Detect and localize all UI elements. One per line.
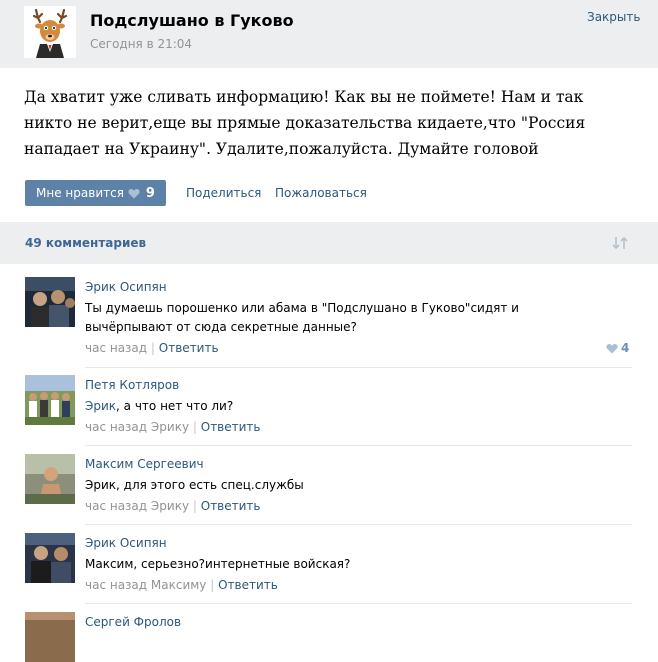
- comment-time[interactable]: час назад Эрику: [85, 499, 189, 513]
- group-avatar[interactable]: [24, 6, 76, 58]
- comment-author[interactable]: Эрик Осипян: [85, 536, 167, 550]
- comment-time[interactable]: час назад Максиму: [85, 578, 206, 592]
- meta-separator: |: [192, 420, 197, 434]
- post-header: Подслушано в Гуково Сегодня в 21:04 Закр…: [0, 0, 658, 68]
- comment-text: Эрик, а что нет что ли?: [85, 397, 585, 416]
- comment-like-button[interactable]: 4: [606, 341, 629, 355]
- comment-author[interactable]: Эрик Осипян: [85, 280, 167, 294]
- like-button[interactable]: Мне нравится 9: [25, 180, 166, 206]
- avatar[interactable]: [25, 454, 75, 504]
- post-text: Да хватит уже сливать информацию! Как вы…: [24, 88, 586, 158]
- reply-link[interactable]: Ответить: [201, 420, 261, 434]
- comment-divider: [85, 524, 632, 525]
- avatar-photo: [25, 277, 75, 327]
- avatar[interactable]: [25, 612, 75, 662]
- comment-author[interactable]: Сергей Фролов: [85, 615, 181, 629]
- comment-divider: [85, 603, 632, 604]
- comment-divider: [85, 445, 632, 446]
- post-date[interactable]: Сегодня в 21:04: [90, 37, 192, 51]
- comments-count[interactable]: 49 комментариев: [25, 236, 146, 250]
- meta-separator: |: [210, 578, 215, 592]
- comment-time[interactable]: час назад Эрику: [85, 420, 189, 434]
- avatar-photo: [25, 375, 75, 425]
- comment-author[interactable]: Петя Котляров: [85, 378, 179, 392]
- comment-text-body: , а что нет что ли?: [116, 399, 234, 413]
- like-label: Мне нравится: [36, 186, 124, 200]
- comments-header: 49 комментариев: [0, 222, 658, 264]
- avatar[interactable]: [25, 277, 75, 327]
- meta-separator: |: [192, 499, 197, 513]
- reply-link[interactable]: Ответить: [218, 578, 278, 592]
- comment-author[interactable]: Максим Сергеевич: [85, 457, 204, 471]
- heart-icon: [606, 343, 618, 353]
- avatar[interactable]: [25, 375, 75, 425]
- comment-meta: час назад Максиму | Ответить: [85, 578, 278, 592]
- comment-divider: [85, 367, 632, 368]
- reply-link[interactable]: Ответить: [159, 341, 219, 355]
- reply-link[interactable]: Ответить: [201, 499, 261, 513]
- group-name[interactable]: Подслушано в Гуково: [90, 11, 294, 30]
- heart-icon: [128, 188, 140, 198]
- comment-text: Эрик, для этого есть спец.службы: [85, 478, 304, 492]
- comment-text: Ты думаешь порошенко или абама в "Подслу…: [85, 301, 519, 334]
- comment-meta: час назад Эрику | Ответить: [85, 420, 261, 434]
- comment-meta: час назад Эрику | Ответить: [85, 499, 261, 513]
- comment-time[interactable]: час назад: [85, 341, 147, 355]
- comment-meta: час назад | Ответить: [85, 341, 219, 355]
- sort-icon[interactable]: [612, 236, 628, 250]
- deer-avatar-icon: [24, 6, 76, 58]
- report-link[interactable]: Пожаловаться: [275, 186, 367, 200]
- avatar-photo: [25, 612, 75, 662]
- avatar[interactable]: [25, 533, 75, 583]
- close-link[interactable]: Закрыть: [587, 10, 640, 24]
- mention-link[interactable]: Эрик: [85, 399, 116, 413]
- avatar-photo: [25, 533, 75, 583]
- avatar-photo: [25, 454, 75, 504]
- comment-text: Максим, серьезно?интернетные войская?: [85, 557, 351, 571]
- comment-like-count: 4: [621, 341, 630, 355]
- share-link[interactable]: Поделиться: [186, 186, 261, 200]
- meta-separator: |: [150, 341, 155, 355]
- like-count: 9: [145, 185, 155, 201]
- post-page: Подслушано в Гуково Сегодня в 21:04 Закр…: [0, 0, 658, 662]
